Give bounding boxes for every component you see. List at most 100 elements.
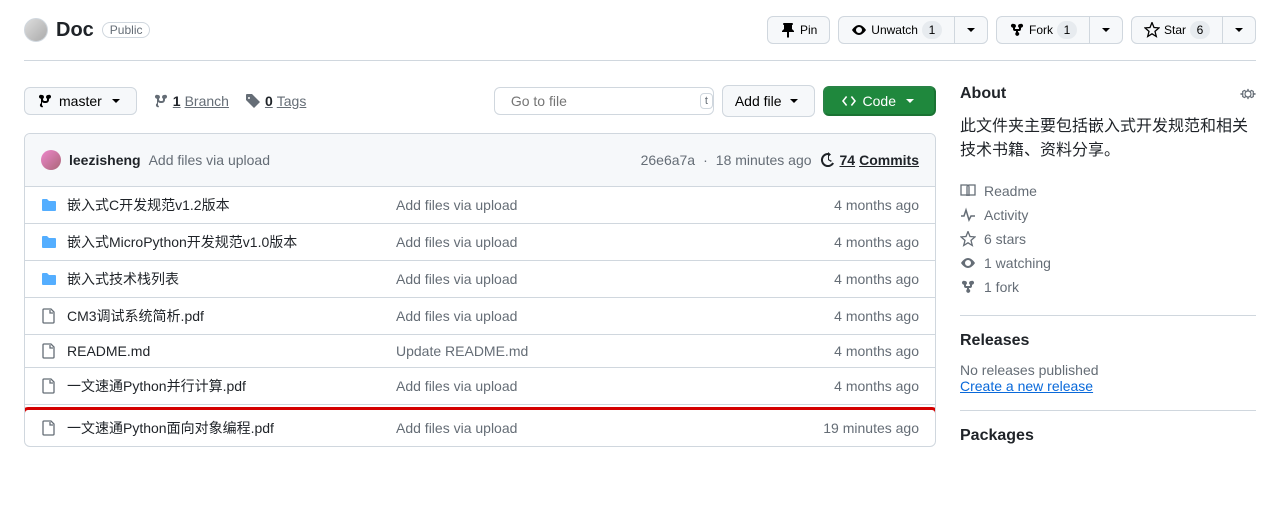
file-row: 嵌入式MicroPython开发规范v1.0版本 Add files via up… bbox=[25, 224, 935, 261]
gear-icon[interactable] bbox=[1240, 86, 1256, 102]
file-name[interactable]: README.md bbox=[67, 343, 150, 359]
caret-down-icon bbox=[902, 93, 918, 109]
code-button[interactable]: Code bbox=[823, 86, 936, 116]
highlighted-row: 一文速通Python面向对象编程.pdf Add files via upload… bbox=[24, 407, 936, 447]
files-box: leezisheng Add files via upload 26e6a7a … bbox=[24, 133, 936, 447]
file-time: 4 months ago bbox=[834, 308, 919, 324]
file-row: 嵌入式技术栈列表 Add files via upload4 months ago bbox=[25, 261, 935, 298]
commits-link[interactable]: 74 Commits bbox=[820, 152, 919, 168]
file-commit-msg[interactable]: Add files via upload bbox=[396, 420, 823, 436]
folder-icon bbox=[41, 271, 57, 287]
file-commit-msg[interactable]: Add files via upload bbox=[396, 308, 834, 324]
branches-link[interactable]: 1 Branch bbox=[153, 93, 229, 109]
branch-name: master bbox=[59, 93, 102, 109]
fork-count: 1 bbox=[1057, 21, 1077, 39]
commit-author[interactable]: leezisheng bbox=[69, 152, 141, 168]
unwatch-dropdown[interactable] bbox=[954, 16, 988, 44]
caret-down-icon bbox=[108, 93, 124, 109]
create-release-link[interactable]: Create a new release bbox=[960, 378, 1093, 394]
file-row: 一文速通Python面向对象编程.pdf Add files via upload… bbox=[25, 410, 935, 446]
file-time: 19 minutes ago bbox=[823, 420, 919, 436]
file-icon bbox=[41, 378, 57, 394]
branch-select[interactable]: master bbox=[24, 87, 137, 115]
about-description: 此文件夹主要包括嵌入式开发规范和相关技术书籍、资料分享。 bbox=[960, 115, 1256, 163]
visibility-badge: Public bbox=[102, 22, 151, 38]
pulse-icon bbox=[960, 207, 976, 223]
file-time: 4 months ago bbox=[834, 197, 919, 213]
commit-author-avatar[interactable] bbox=[41, 150, 61, 170]
readme-link[interactable]: Readme bbox=[960, 179, 1256, 203]
tags-link[interactable]: 0 Tags bbox=[245, 93, 306, 109]
pin-label: Pin bbox=[800, 20, 817, 40]
star-label: Star bbox=[1164, 20, 1186, 40]
branch-icon bbox=[37, 93, 53, 109]
activity-link[interactable]: Activity bbox=[960, 203, 1256, 227]
add-file-button[interactable]: Add file bbox=[722, 85, 815, 117]
no-releases: No releases published bbox=[960, 362, 1256, 378]
pin-button[interactable]: Pin bbox=[767, 16, 830, 44]
file-search-input[interactable] bbox=[511, 93, 692, 109]
file-row: README.md Update README.md4 months ago bbox=[25, 335, 935, 368]
owner-avatar[interactable] bbox=[24, 18, 48, 42]
file-commit-msg[interactable]: Add files via upload bbox=[396, 234, 834, 250]
releases-heading[interactable]: Releases bbox=[960, 332, 1256, 350]
file-icon bbox=[41, 343, 57, 359]
branch-icon bbox=[153, 93, 169, 109]
search-kbd: t bbox=[700, 93, 713, 109]
file-icon bbox=[41, 420, 57, 436]
file-row: 嵌入式C开发规范v1.2版本 Add files via upload4 mont… bbox=[25, 187, 935, 224]
file-commit-msg[interactable]: Add files via upload bbox=[396, 378, 834, 394]
forks-link[interactable]: 1 fork bbox=[960, 275, 1256, 299]
book-icon bbox=[960, 183, 976, 199]
about-heading: About bbox=[960, 85, 1256, 103]
packages-heading[interactable]: Packages bbox=[960, 427, 1256, 445]
stars-link[interactable]: 6 stars bbox=[960, 227, 1256, 251]
star-count: 6 bbox=[1190, 21, 1210, 39]
file-name[interactable]: 一文速通Python并行计算.pdf bbox=[67, 376, 246, 396]
file-commit-msg[interactable]: Add files via upload bbox=[396, 197, 834, 213]
fork-dropdown[interactable] bbox=[1089, 16, 1123, 44]
code-label: Code bbox=[863, 93, 896, 109]
fork-button[interactable]: Fork 1 bbox=[996, 16, 1090, 44]
file-name[interactable]: CM3调试系统简析.pdf bbox=[67, 306, 204, 326]
star-icon bbox=[960, 231, 976, 247]
commit-time: 18 minutes ago bbox=[716, 152, 812, 168]
star-button[interactable]: Star 6 bbox=[1131, 16, 1223, 44]
watch-count: 1 bbox=[922, 21, 942, 39]
file-name[interactable]: 嵌入式C开发规范v1.2版本 bbox=[67, 195, 230, 215]
fork-icon bbox=[960, 279, 976, 295]
eye-icon bbox=[960, 255, 976, 271]
pin-icon bbox=[780, 22, 796, 38]
unwatch-label: Unwatch bbox=[871, 20, 918, 40]
file-name[interactable]: 嵌入式MicroPython开发规范v1.0版本 bbox=[67, 232, 297, 252]
latest-commit-bar: leezisheng Add files via upload 26e6a7a … bbox=[25, 134, 935, 187]
folder-icon bbox=[41, 234, 57, 250]
file-search[interactable]: t bbox=[494, 87, 714, 115]
repo-title[interactable]: Doc bbox=[56, 19, 94, 42]
file-time: 4 months ago bbox=[834, 343, 919, 359]
fork-icon bbox=[1009, 22, 1025, 38]
commit-message[interactable]: Add files via upload bbox=[149, 152, 270, 168]
repo-header: Doc Public Pin Unwatch 1 Fork 1 bbox=[24, 16, 1256, 61]
unwatch-button[interactable]: Unwatch 1 bbox=[838, 16, 955, 44]
watching-link[interactable]: 1 watching bbox=[960, 251, 1256, 275]
file-row: CM3调试系统简析.pdf Add files via upload4 month… bbox=[25, 298, 935, 335]
caret-down-icon bbox=[1098, 22, 1114, 38]
file-row: 一文速通Python并行计算.pdfAdd files via upload4 … bbox=[25, 368, 935, 405]
star-icon bbox=[1144, 22, 1160, 38]
file-commit-msg[interactable]: Add files via upload bbox=[396, 271, 834, 287]
tag-icon bbox=[245, 93, 261, 109]
file-commit-msg[interactable]: Update README.md bbox=[396, 343, 834, 359]
file-icon bbox=[41, 308, 57, 324]
file-name[interactable]: 嵌入式技术栈列表 bbox=[67, 269, 179, 289]
eye-icon bbox=[851, 22, 867, 38]
folder-icon bbox=[41, 197, 57, 213]
code-icon bbox=[841, 93, 857, 109]
commit-hash[interactable]: 26e6a7a bbox=[641, 152, 696, 168]
file-name[interactable]: 一文速通Python面向对象编程.pdf bbox=[67, 418, 274, 438]
history-icon bbox=[820, 152, 836, 168]
file-time: 4 months ago bbox=[834, 271, 919, 287]
star-dropdown[interactable] bbox=[1222, 16, 1256, 44]
add-file-label: Add file bbox=[735, 91, 782, 111]
caret-down-icon bbox=[786, 93, 802, 109]
